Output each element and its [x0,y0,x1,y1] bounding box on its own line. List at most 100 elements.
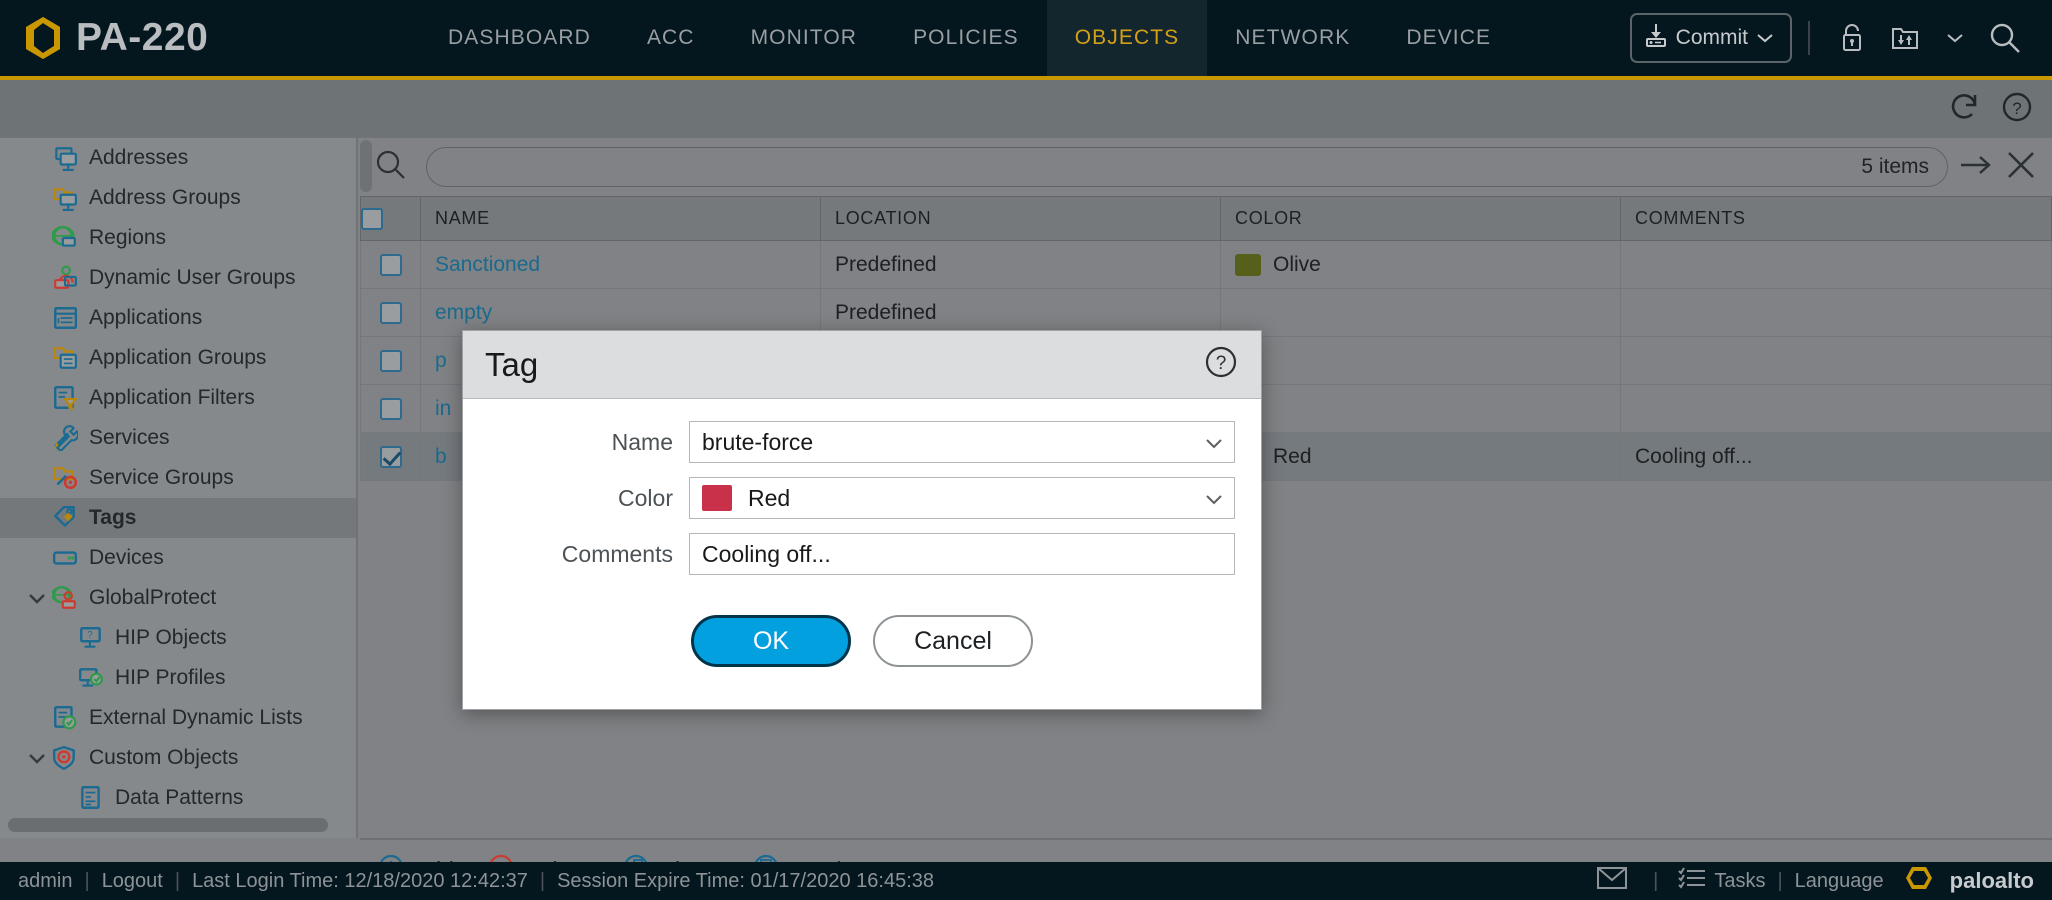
language-label[interactable]: Language [1795,870,1884,893]
nav-tab-objects[interactable]: OBJECTS [1046,0,1208,76]
cell-color [1220,336,1621,385]
sidebar-item-tags[interactable]: Tags [0,498,356,538]
help-icon[interactable]: ? [1203,344,1239,385]
dialog-footer: OK Cancel [489,615,1235,667]
ok-button[interactable]: OK [691,615,851,667]
sidebar-item-applications[interactable]: Applications [0,298,356,338]
nav-tab-device[interactable]: DEVICE [1378,0,1519,76]
config-transfer-icon[interactable] [1878,22,1934,54]
search-input-wrapper[interactable]: 5 items [426,147,1948,187]
table-row[interactable]: Sanctioned Predefined Olive [360,240,2052,289]
brand-text: paloalto [1949,868,2034,893]
row-checkbox[interactable] [379,301,402,324]
sidebar-item-address-groups[interactable]: Address Groups [0,178,356,218]
refresh-icon[interactable] [1948,91,1982,128]
sidebar-item-addresses[interactable]: Addresses [0,138,356,178]
column-header-color[interactable]: COLOR [1220,196,1621,241]
tag-name-link[interactable]: empty [435,301,492,324]
row-select-cell[interactable] [360,432,421,481]
nav-tab-acc[interactable]: ACC [619,0,723,76]
nav-tab-monitor[interactable]: MONITOR [723,0,885,76]
search-icon[interactable] [1976,21,2034,55]
sidebar-item-service-groups[interactable]: Service Groups [0,458,356,498]
sidebar-horizontal-scrollbar[interactable] [8,818,328,832]
sidebar-item-devices[interactable]: Devices [0,538,356,578]
color-field[interactable]: Red [689,477,1235,519]
comments-input[interactable] [702,540,1224,568]
color-name: Red [1273,444,1312,468]
chevron-down-icon[interactable] [24,591,50,605]
cancel-button[interactable]: Cancel [873,615,1033,667]
name-field[interactable] [689,421,1235,463]
cell-name[interactable]: Sanctioned [420,240,821,289]
comments-field[interactable] [689,533,1235,575]
nav-tab-dashboard[interactable]: DASHBOARD [420,0,619,76]
row-checkbox[interactable] [379,397,402,420]
external-dynamic-lists-icon [50,705,80,731]
arrow-right-icon[interactable] [1958,150,1994,185]
sidebar: Addresses Address Groups Regions Dynamic Us… [0,138,358,838]
nav-divider [1808,21,1810,55]
chevron-down-icon[interactable] [1934,32,1976,44]
row-select-cell[interactable] [360,384,421,433]
sidebar-item-custom-objects[interactable]: Custom Objects [0,738,356,778]
sidebar-item-hip-profiles[interactable]: HIP Profiles [0,658,356,698]
color-swatch [702,485,732,511]
search-bar: 5 items [360,138,2052,196]
sidebar-item-application-filters[interactable]: Application Filters [0,378,356,418]
sidebar-item-label: Applications [89,306,203,329]
column-header-location[interactable]: LOCATION [820,196,1221,241]
row-checkbox[interactable] [379,253,402,276]
help-icon[interactable]: ? [2000,90,2034,129]
mail-icon[interactable] [1583,867,1641,895]
logout-link[interactable]: Logout [102,870,163,893]
hip-objects-icon: ? [76,625,106,651]
row-select-cell[interactable] [360,336,421,385]
top-navigation-bar: PA-220 DASHBOARD ACC MONITOR POLICIES OBJECT… [0,0,2052,76]
devices-icon [50,545,80,571]
cell-comments [1620,336,2052,385]
row-checkbox[interactable] [379,349,402,372]
tasks-label[interactable]: Tasks [1714,870,1765,893]
row-checkbox[interactable] [379,445,402,468]
lock-icon[interactable] [1826,22,1878,54]
search-input[interactable] [445,155,1862,179]
cell-comments [1620,288,2052,337]
column-header-comments[interactable]: COMMENTS [1620,196,2052,241]
sidebar-item-hip-objects[interactable]: ? HIP Objects [0,618,356,658]
close-icon[interactable] [2004,148,2052,187]
select-all-header[interactable] [360,196,421,241]
tag-name-link[interactable]: Sanctioned [435,253,540,276]
name-input[interactable] [702,428,1194,456]
tag-name-link[interactable]: in [435,397,451,420]
tag-name-link[interactable]: b [435,445,447,468]
nav-tab-network[interactable]: NETWORK [1207,0,1378,76]
cell-location: Predefined [820,240,1221,289]
row-select-cell[interactable] [360,288,421,337]
nav-tab-policies[interactable]: POLICIES [885,0,1047,76]
sidebar-item-dynamic-user-groups[interactable]: Dynamic User Groups [0,258,356,298]
sidebar-item-label: HIP Profiles [115,666,226,689]
tasks-icon[interactable] [1670,867,1714,895]
column-header-name[interactable]: NAME [420,196,821,241]
commit-button[interactable]: Commit [1629,13,1792,63]
sidebar-item-external-dynamic-lists[interactable]: External Dynamic Lists [0,698,356,738]
sidebar-item-regions[interactable]: Regions [0,218,356,258]
chevron-down-icon[interactable] [24,751,50,765]
sidebar-item-services[interactable]: Services [0,418,356,458]
select-all-checkbox[interactable] [361,207,383,230]
content-vertical-scrollbar[interactable] [360,140,372,192]
application-groups-icon [50,345,80,371]
row-select-cell[interactable] [360,240,421,289]
sidebar-item-label: Address Groups [89,186,241,209]
commit-icon [1644,22,1668,54]
tags-icon [50,505,80,531]
sidebar-item-data-patterns[interactable]: Data Patterns [0,778,356,818]
sidebar-item-application-groups[interactable]: Application Groups [0,338,356,378]
sidebar-item-globalprotect[interactable]: GlobalProtect [0,578,356,618]
search-icon [374,148,408,187]
chevron-down-icon[interactable] [1194,429,1224,456]
sidebar-item-label: Application Groups [89,346,267,369]
tag-name-link[interactable]: p [435,349,447,372]
chevron-down-icon[interactable] [1194,485,1224,512]
